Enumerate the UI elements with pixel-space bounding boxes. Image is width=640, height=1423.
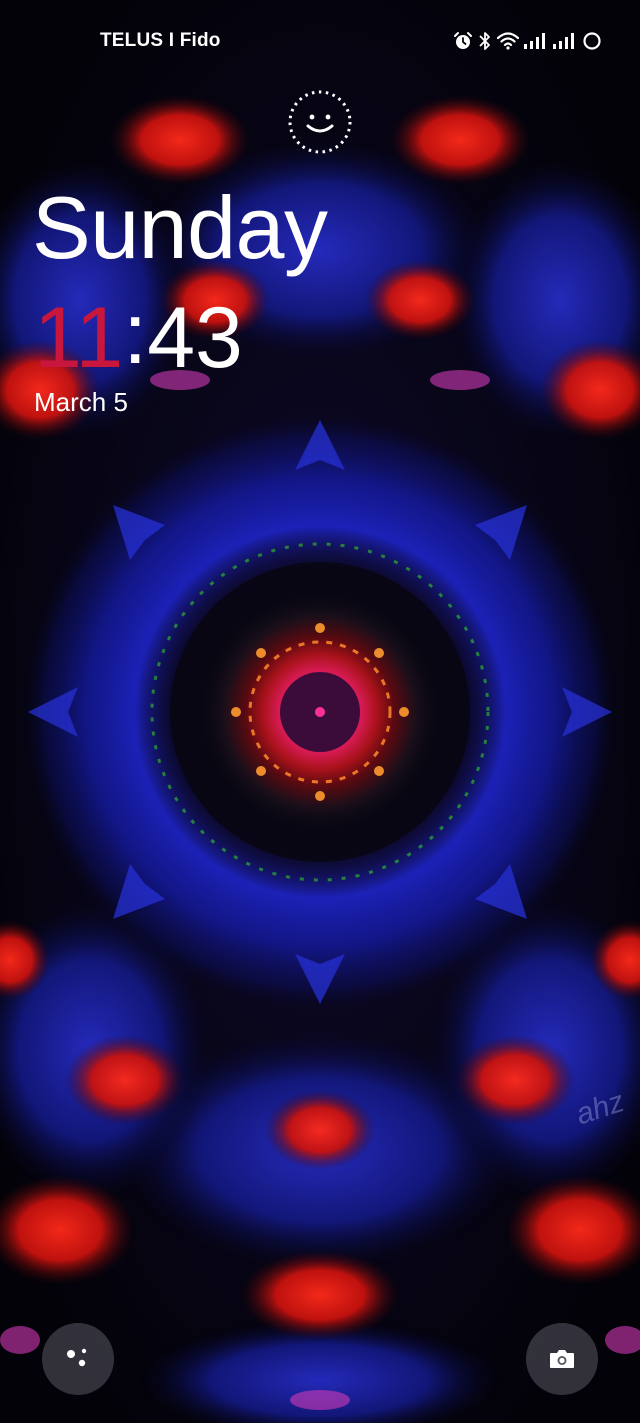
clock-minutes: 43 (147, 290, 243, 386)
wifi-icon (497, 32, 519, 50)
battery-ring-icon (583, 32, 601, 50)
camera-icon (550, 1350, 574, 1368)
bluetooth-icon (479, 32, 490, 50)
status-bar: TELUS I Fido (0, 0, 640, 80)
signal-icon (524, 33, 545, 49)
clock-time: 11:43 (34, 286, 243, 386)
camera-shortcut-button[interactable] (526, 1323, 598, 1395)
alarm-icon (454, 32, 472, 49)
face-unlock-icon (288, 90, 352, 154)
status-icons (453, 30, 602, 52)
date-label: March 5 (34, 387, 128, 417)
carrier-label: TELUS I Fido (100, 30, 221, 51)
clock-separator: : (123, 286, 148, 382)
day-of-week: Sunday (32, 178, 328, 277)
clock-hours: 11 (34, 290, 124, 386)
signal-icon (553, 33, 574, 49)
lock-screen: ahz TELUS I Fido Sunday 11:43 March 5 (0, 0, 640, 1423)
assistant-icon (67, 1348, 87, 1367)
assistant-shortcut-button[interactable] (42, 1323, 114, 1395)
